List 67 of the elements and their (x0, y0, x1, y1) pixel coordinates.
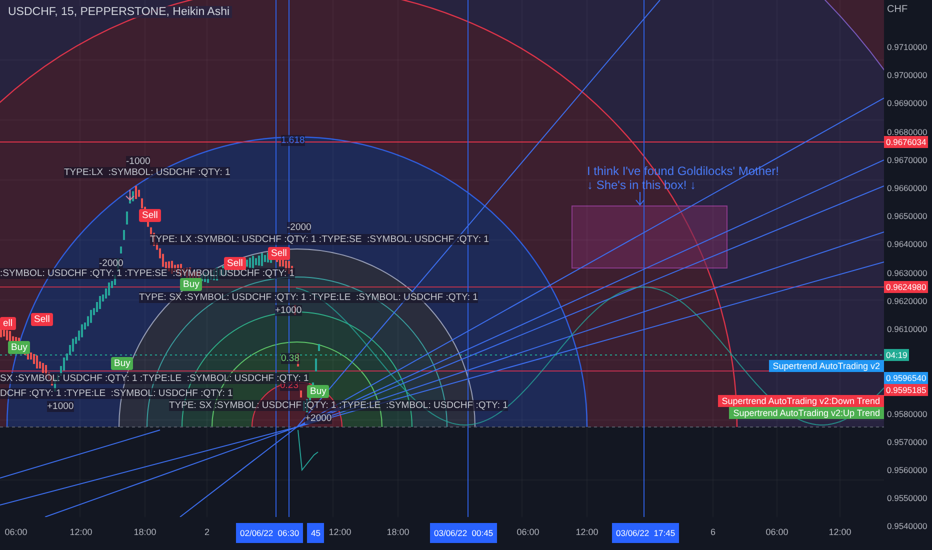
price-tick: 0.9650000 (887, 210, 928, 222)
indicator-tag: Supertrend AutoTrading v2 (768, 360, 884, 372)
price-tick: 0.9540000 (887, 520, 928, 532)
order-label: -2000 (99, 258, 124, 269)
buy-signal-badge: Buy (8, 341, 30, 354)
order-label: TYPE: SX :SYMBOL: USDCHF :QTY: 1 :TYPE:LE :SYMBOL: USDCHF :QTY: 1 (139, 292, 478, 303)
time-tick: 12:00 (70, 527, 92, 537)
price-tick: 0.9700000 (887, 69, 928, 82)
fib-level-label: 0.38 (281, 353, 300, 364)
order-label: TYPE:LX :SYMBOL: USDCHF :QTY: 1 (64, 167, 230, 178)
time-tick: 18:00 (386, 527, 410, 537)
price-tick: 0.9680000 (887, 126, 928, 138)
order-label: +1000 (275, 305, 302, 316)
sell-signal-badge: ell (0, 317, 16, 330)
time-tick: 06:00 (516, 527, 540, 537)
order-label: TYPE: SX :SYMBOL: USDCHF :QTY: 1 :TYPE:LE :SYMBOL: USDCHF :QTY: 1 (169, 400, 508, 411)
price-marker: 0.9676034 (884, 136, 928, 148)
price-marker: 04:19 (884, 349, 910, 361)
price-tick: 0.9610000 (887, 323, 928, 335)
price-marker: 0.9624980 (884, 281, 928, 293)
order-label: DCHF :QTY: 1 :TYPE:LE :SYMBOL: USDCHF :QTY: 1 (0, 388, 233, 399)
price-tick: 0.9660000 (887, 182, 928, 194)
price-tick: 0.9620000 (887, 294, 928, 307)
buy-signal-badge: Buy (111, 357, 134, 370)
time-marker: 03/06/22 17:45 (612, 523, 680, 543)
price-tick: 0.9560000 (887, 464, 928, 476)
order-label: SX :SYMBOL: USDCHF :QTY: 1 :TYPE:LE :SYMBOL: USDCHF :QTY: 1 (0, 373, 309, 384)
price-tick: 0.9670000 (887, 154, 928, 166)
indicator-tag: Supertrend AutoTrading v2:Up Trend (729, 407, 884, 419)
time-marker: 45 (307, 523, 324, 543)
time-tick: 2 (204, 527, 210, 537)
sell-signal-badge: Sell (31, 313, 53, 326)
order-label: -2000 (287, 222, 312, 233)
time-tick: 18:00 (134, 527, 156, 537)
down-arrow-icon (636, 192, 644, 206)
price-tick: 0.9580000 (887, 408, 928, 420)
time-tick: 12:00 (328, 527, 352, 537)
price-tick: 0.9630000 (887, 266, 928, 279)
time-tick: 6 (710, 527, 716, 537)
chart-title: USDCHF, 15, PEPPERSTONE, Heikin Ashi (6, 6, 232, 18)
sell-signal-badge: Sell (268, 247, 290, 260)
price-marker: 0.9595185 (884, 384, 928, 396)
order-label: TYPE: LX :SYMBOL: USDCHF :QTY: 1 :TYPE:SE :SYMBOL: USDCHF :QTY: 1 (150, 234, 489, 245)
price-tick: 0.9550000 (887, 492, 928, 504)
exit-arrow-icon (126, 190, 134, 201)
time-tick: 06:00 (766, 527, 788, 537)
fib-level-label: 1.618 (281, 135, 305, 146)
price-tick: 0.9690000 (887, 97, 928, 110)
time-tick: 12:00 (828, 527, 852, 537)
price-tail-line (298, 430, 318, 472)
sell-signal-badge: Sell (139, 209, 161, 222)
price-tick: 0.9640000 (887, 238, 928, 250)
sell-signal-badge: Sell (224, 257, 246, 270)
buy-signal-badge: Buy (180, 278, 202, 291)
time-tick: 06:00 (4, 527, 28, 537)
time-tick: 12:00 (576, 527, 598, 537)
time-marker: 03/06/22 00:45 (430, 523, 498, 543)
price-tick: 0.9710000 (887, 41, 928, 53)
time-marker: 02/06/22 06:30 (236, 523, 304, 543)
price-marker: 0.9596540 (884, 372, 928, 384)
order-label: -1000 (126, 156, 150, 167)
order-label: +1000 (47, 401, 74, 412)
currency-label: CHF (887, 4, 908, 15)
buy-signal-badge: Buy (307, 385, 330, 398)
indicator-tag: Supertrend AutoTrading v2:Down Trend (718, 395, 884, 407)
price-tick: 0.9570000 (887, 436, 928, 448)
order-label: +2000 (305, 413, 332, 424)
